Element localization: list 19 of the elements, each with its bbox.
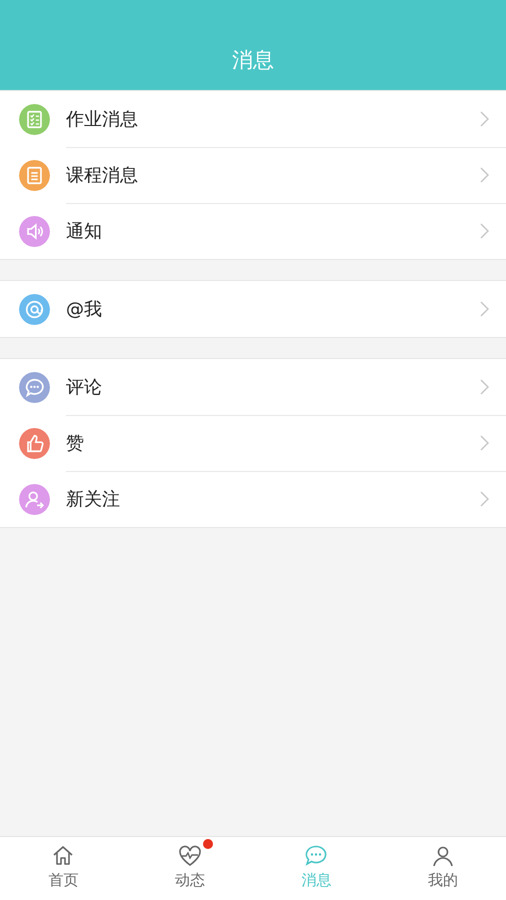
tab-item[interactable]: 首页 xyxy=(0,837,126,900)
chevron-right-icon xyxy=(479,301,489,317)
tab-item[interactable]: 动态 xyxy=(126,837,253,900)
chevron-right-icon xyxy=(479,379,489,395)
message-category-item[interactable]: 赞 xyxy=(0,415,506,471)
tab-item[interactable]: 我的 xyxy=(380,837,506,900)
chevron-right-icon xyxy=(479,167,489,183)
message-category-item[interactable]: 课程消息 xyxy=(0,147,506,203)
message-category-item[interactable]: 新关注 xyxy=(0,471,506,527)
chevron-right-icon xyxy=(479,435,489,451)
chevron-right-icon xyxy=(479,223,489,239)
message-category-item[interactable]: 通知 xyxy=(0,203,506,259)
message-category-item[interactable]: 作业消息 xyxy=(0,91,506,147)
chevron-right-icon xyxy=(479,111,489,127)
heart-pulse-icon xyxy=(176,843,203,869)
screen-title: 消息 xyxy=(232,47,274,74)
message-category-item[interactable]: @我 xyxy=(0,281,506,337)
chevron-right-icon xyxy=(479,491,489,507)
message-category-item[interactable]: 评论 xyxy=(0,359,506,415)
